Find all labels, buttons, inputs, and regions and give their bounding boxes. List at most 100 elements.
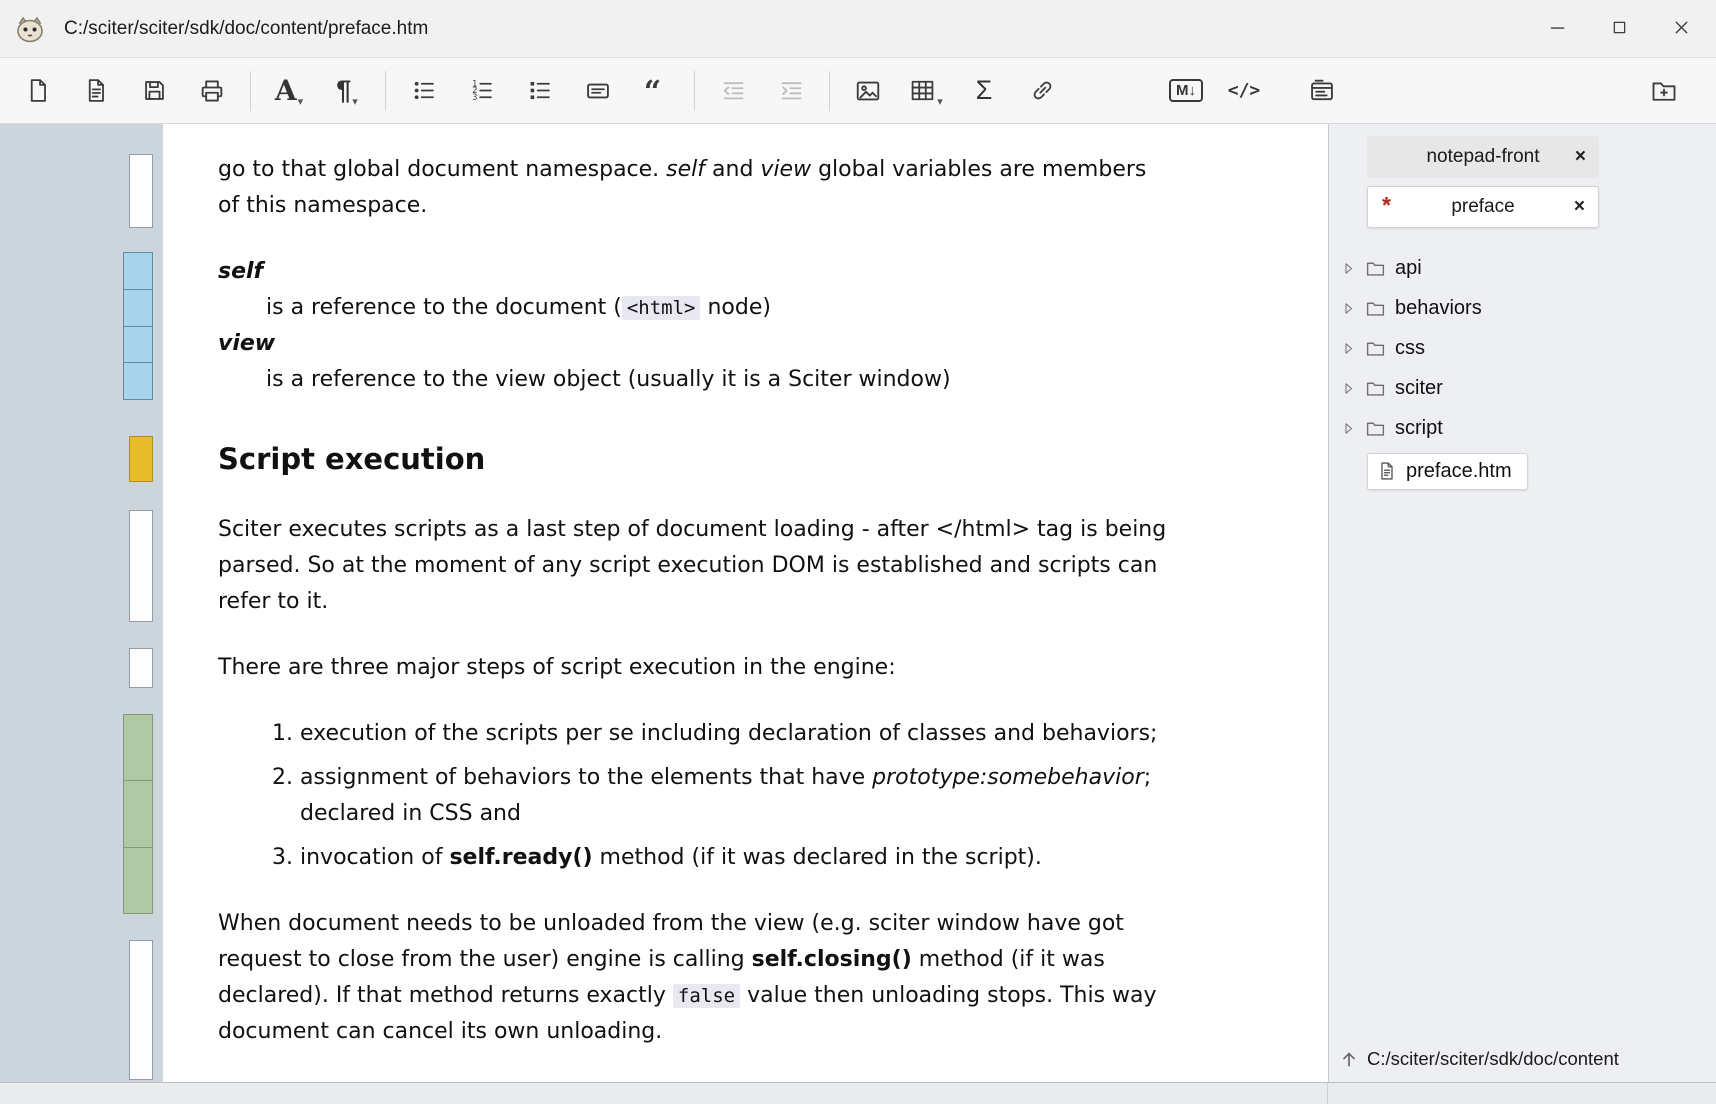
snippet-panel-icon [1308,77,1336,105]
svg-text:3: 3 [472,92,477,102]
numbered-list-button[interactable]: 123 [456,67,508,115]
document-editor[interactable]: go to that global document namespace. se… [163,124,1328,1082]
selected-file-chip[interactable]: preface.htm [1367,452,1528,490]
text-run: There are three major steps of script ex… [218,655,896,680]
blockquote-icon: “ [642,77,670,105]
tree-item-sciter[interactable]: sciter [1341,368,1716,408]
tree-item-label: script [1395,416,1443,439]
new-file-button[interactable] [12,67,64,115]
minimap-block-list-green[interactable] [123,714,153,914]
up-arrow-icon[interactable] [1339,1049,1359,1069]
bullet-list-icon [411,77,438,104]
maximize-icon [1610,18,1629,40]
indent-button[interactable] [765,67,817,115]
folder-icon [1365,378,1386,399]
insert-image-icon [854,77,882,105]
dropdown-arrow-icon: ▾ [352,95,358,108]
maximize-button[interactable] [1588,6,1650,52]
blockquote-button[interactable]: “ [630,67,682,115]
minimap-block-plain[interactable] [129,510,153,622]
bullet-list-button[interactable] [398,67,450,115]
list-item: execution of the scripts per se includin… [300,716,1168,752]
print-button[interactable] [186,67,238,115]
insert-table-button[interactable]: ▾ [900,67,952,115]
tree-item-script[interactable]: script [1341,408,1716,448]
paragraph-style-button[interactable]: ¶ ▾ [321,67,373,115]
source-code-button[interactable]: </> [1218,67,1270,115]
content-area: go to that global document namespace. se… [0,124,1716,1082]
paragraph: There are three major steps of script ex… [218,650,1168,686]
insert-symbol-button[interactable]: Σ [958,67,1010,115]
close-icon[interactable]: × [1574,196,1585,218]
markdown-button[interactable]: M↓ [1160,67,1212,115]
close-icon[interactable]: × [1575,146,1586,168]
print-icon [198,77,226,105]
folder-icon [1365,418,1386,439]
new-file-icon [25,77,52,104]
insert-link-button[interactable] [1016,67,1068,115]
tree-item-api[interactable]: api [1341,248,1716,288]
new-folder-icon [1650,77,1678,105]
text-run: view [218,331,276,356]
text-run: is a reference to the document ( [266,295,622,320]
statusbar [0,1082,1716,1104]
tree-item-label: css [1395,336,1425,359]
minimap-block-heading-yellow[interactable] [129,436,153,482]
insert-image-button[interactable] [842,67,894,115]
minimize-button[interactable] [1526,6,1588,52]
minimap-block-plain[interactable] [129,154,153,228]
comment-button[interactable] [572,67,624,115]
app-icon [14,13,46,45]
text-run: self [218,259,264,284]
source-code-icon: </> [1227,79,1261,101]
font-style-icon: A [274,73,297,107]
tree-item-label: preface.htm [1406,459,1512,482]
tab-preface[interactable]: * preface × [1367,186,1599,228]
document-minimap [0,124,163,1082]
block-list-button[interactable] [514,67,566,115]
file-tree: api behaviors css sciter script preface.htm [1329,248,1716,494]
chevron-right-icon [1341,301,1356,316]
tree-item-behaviors[interactable]: behaviors [1341,288,1716,328]
snippet-panel-button[interactable] [1296,67,1348,115]
folder-icon [1365,258,1386,279]
toolbar-group [1638,67,1690,115]
toolbar-separator [250,70,251,111]
tab-notepad-front[interactable]: notepad-front × [1367,136,1599,178]
sidebar-footer: C:/sciter/sciter/sdk/doc/content [1339,1048,1708,1070]
open-document-icon [83,77,110,104]
minimap-block-plain[interactable] [129,940,153,1080]
minimize-icon [1547,17,1568,41]
text-run: invocation of [300,845,450,870]
definition-description: is a reference to the view object (usual… [266,362,1168,398]
minimap-block-plain[interactable] [129,648,153,688]
save-icon [141,77,168,104]
text-run: assignment of behaviors to the elements … [300,765,873,790]
svg-text:“: “ [644,77,661,105]
minimap-block-selection-blue[interactable] [123,252,153,400]
new-folder-button[interactable] [1638,67,1690,115]
file-icon [1377,461,1397,481]
insert-symbol-icon: Σ [975,75,993,105]
text-run: method (if it was declared in the script… [592,845,1042,870]
tree-item-css[interactable]: css [1341,328,1716,368]
block-list-icon [527,77,554,104]
save-button[interactable] [128,67,180,115]
toolbar: A ▾ ¶ ▾ 1 2 3 “▾ Σ M↓ </> [0,58,1716,124]
outdent-button[interactable] [707,67,759,115]
open-document-button[interactable] [70,67,122,115]
text-run: execution of the scripts per se includin… [300,721,1158,746]
font-style-button[interactable]: A ▾ [263,67,315,115]
close-button[interactable] [1650,6,1712,52]
tree-item-label: api [1395,256,1422,279]
outdent-icon [720,77,747,104]
inline-code: <html> [621,296,701,320]
paragraph: go to that global document namespace. se… [218,152,1168,224]
close-icon [1671,17,1692,41]
toolbar-group [12,67,238,115]
text-run: node) [700,295,771,320]
comment-icon [584,77,612,105]
tree-item-preface.htm[interactable]: preface.htm [1341,448,1716,494]
ordered-list: execution of the scripts per se includin… [218,716,1168,876]
text-run: and [705,157,761,182]
